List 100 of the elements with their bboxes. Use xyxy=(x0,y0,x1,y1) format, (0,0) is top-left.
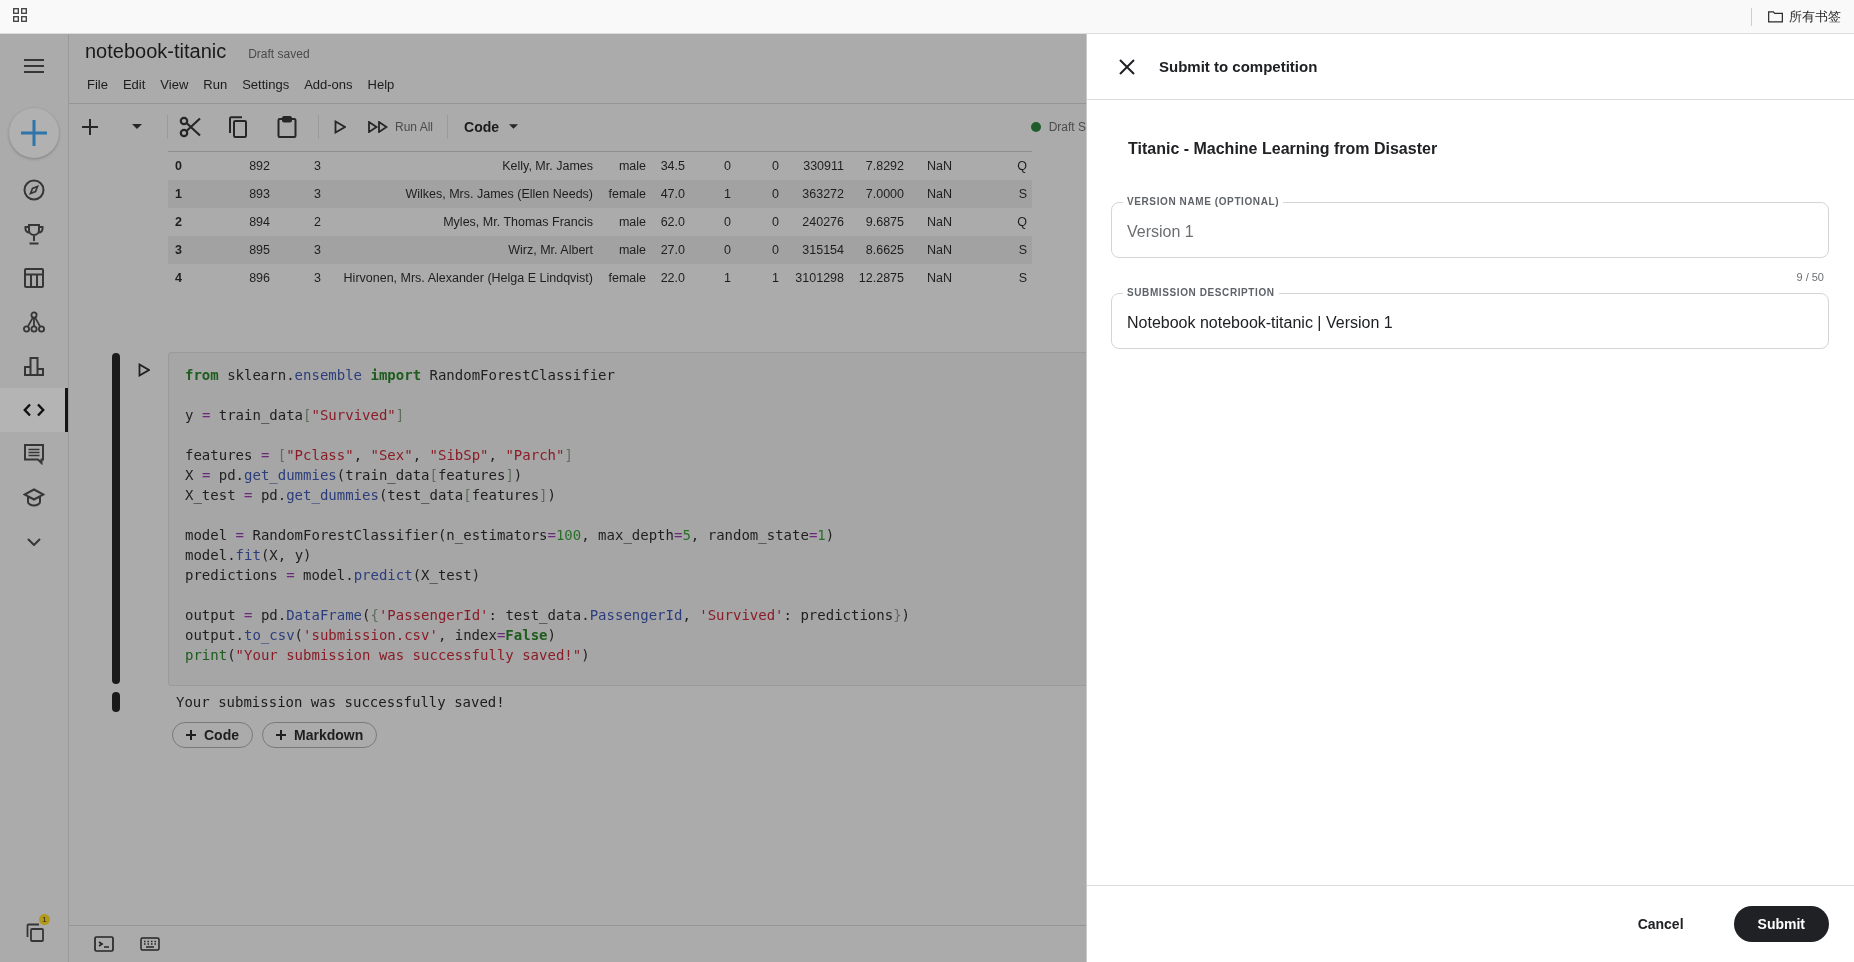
table-cell: 7.8292 xyxy=(865,159,904,173)
table-cell: 330911 xyxy=(803,159,844,173)
table-cell: 9.6875 xyxy=(865,215,904,229)
code-line: y = train_data["Survived"] xyxy=(185,406,406,425)
table-cell: Wilkes, Mrs. James (Ellen Needs) xyxy=(405,187,593,201)
character-counter: 9 / 50 xyxy=(1796,271,1824,283)
table-cell: 22.0 xyxy=(660,271,685,285)
table-cell: S xyxy=(1018,243,1027,257)
save-status: Draft saved xyxy=(248,47,310,61)
table-cell: female xyxy=(608,271,646,285)
table-cell: 896 xyxy=(249,271,270,285)
description-field[interactable]: SUBMISSION DESCRIPTION Notebook notebook-titanic | Version 1 xyxy=(1111,287,1829,349)
table-cell: 1 xyxy=(724,271,731,285)
terminal-icon[interactable] xyxy=(94,936,114,952)
competition-title: Titanic - Machine Learning from Disaster xyxy=(1128,139,1439,159)
table-cell: 3 xyxy=(314,187,321,201)
table-cell: 0 xyxy=(724,243,731,257)
table-cell: female xyxy=(608,187,646,201)
menu-icon xyxy=(24,59,44,73)
table-cell: 240276 xyxy=(802,215,844,229)
status-text: Draft S xyxy=(1048,119,1086,134)
code-line: model = RandomForestClassifier(n_estimators=100, max_depth=5, random_state=1) xyxy=(185,526,836,545)
table-cell: 3 xyxy=(314,243,321,257)
table-cell: Kelly, Mr. James xyxy=(502,159,593,173)
table-cell: 3 xyxy=(314,271,321,285)
table-cell: Q xyxy=(1017,159,1027,173)
menu-item[interactable]: File xyxy=(87,76,108,92)
code-line: print("Your submission was successfully saved!") xyxy=(185,646,591,665)
table-cell: NaN xyxy=(927,159,952,173)
keyboard-icon[interactable] xyxy=(140,937,160,951)
table-cell: 2 xyxy=(314,215,321,229)
table-cell: S xyxy=(1018,187,1027,201)
caret-down-icon xyxy=(509,124,519,129)
table-cell: 3101298 xyxy=(795,271,844,285)
cell-output: Your submission was successfully saved! xyxy=(176,694,505,710)
run-cell-button[interactable] xyxy=(136,362,152,378)
code-icon xyxy=(23,403,45,417)
table-cell: male xyxy=(618,215,646,229)
table-cell: 895 xyxy=(249,243,270,257)
table-icon xyxy=(23,267,45,289)
apps-grid-icon[interactable] xyxy=(13,7,27,22)
code-line: output = pd.DataFrame({'PassengerId': test_data.PassengerId, 'Survived': predictions}) xyxy=(185,606,912,625)
table-cell: 0 xyxy=(772,159,779,173)
table-cell-text: 3 xyxy=(174,243,182,257)
close-button[interactable] xyxy=(1118,57,1136,76)
table-cell: 0 xyxy=(724,159,731,173)
submit-button[interactable]: Submit xyxy=(1733,906,1829,942)
caret-down-icon xyxy=(132,124,142,129)
table-cell: male xyxy=(618,159,646,173)
version-name-field[interactable]: VERSION NAME (OPTIONAL) Version 1 xyxy=(1111,196,1829,258)
table-cell: male xyxy=(618,243,646,257)
table-cell: 62.0 xyxy=(660,215,685,229)
menu-item[interactable]: Edit xyxy=(122,76,146,92)
sidebar-item[interactable] xyxy=(0,388,68,432)
folder-icon xyxy=(1768,10,1783,23)
table-cell-text: 2 xyxy=(174,215,182,229)
menu-item[interactable]: Add-ons xyxy=(304,76,353,92)
code-line: output.to_csv('submission.csv', index=False) xyxy=(185,626,557,645)
table-cell-text: 1 xyxy=(174,187,182,201)
menu-button[interactable] xyxy=(24,59,44,73)
cell-type-dropdown[interactable]: Code xyxy=(458,110,525,143)
table-cell: 892 xyxy=(249,159,270,173)
plus-icon xyxy=(186,730,196,740)
menu-item[interactable]: Settings xyxy=(242,76,290,92)
table-cell: NaN xyxy=(927,271,952,285)
code-line: X = pd.get_dummies(train_data[features]) xyxy=(185,466,524,485)
table-cell: 3 xyxy=(314,159,321,173)
clipboard-icon xyxy=(277,115,297,138)
menu-item[interactable]: View xyxy=(160,76,189,92)
table-cell: 363272 xyxy=(802,187,844,201)
menu-item[interactable]: Help xyxy=(367,76,395,92)
close-icon xyxy=(1119,58,1135,75)
table-cell: 894 xyxy=(249,215,270,229)
table-cell: 27.0 xyxy=(660,243,685,257)
table-cell: Wirz, Mr. Albert xyxy=(508,243,593,257)
stacked-squares-icon[interactable] xyxy=(24,922,44,942)
plus-icon xyxy=(82,118,98,135)
code-cell[interactable] xyxy=(168,352,1086,686)
notebook-title[interactable]: notebook-titanic xyxy=(85,39,227,63)
version-name-input[interactable]: Version 1 xyxy=(1123,208,1817,257)
field-label: SUBMISSION DESCRIPTION xyxy=(1127,287,1275,298)
bookmarks-folder-link[interactable]: 所有书签 xyxy=(1768,7,1841,26)
cancel-button[interactable]: Cancel xyxy=(1637,908,1684,940)
table-cell: Hirvonen, Mrs. Alexander (Helga E Lindqvist) xyxy=(343,271,593,285)
nodes-icon xyxy=(23,311,45,333)
compass-icon xyxy=(23,179,45,201)
code-line: features = ["Pclass", "Sex", "SibSp", "Parch"] xyxy=(185,446,574,465)
table-cell: NaN xyxy=(927,243,952,257)
code-line: from sklearn.ensemble import RandomForestClassifier xyxy=(185,366,616,385)
table-cell: S xyxy=(1018,271,1027,285)
table-cell: 34.5 xyxy=(660,159,685,173)
plus-icon xyxy=(21,120,47,146)
menu-item[interactable]: Run xyxy=(203,76,228,92)
bar-chart-icon xyxy=(23,355,45,377)
table-cell: 7.0000 xyxy=(865,187,904,201)
table-cell: 47.0 xyxy=(660,187,685,201)
description-input[interactable]: Notebook notebook-titanic | Version 1 xyxy=(1123,299,1817,348)
status-dot-icon xyxy=(1030,121,1041,132)
run-all-button[interactable]: Run All xyxy=(368,110,434,143)
table-cell: 0 xyxy=(772,243,779,257)
